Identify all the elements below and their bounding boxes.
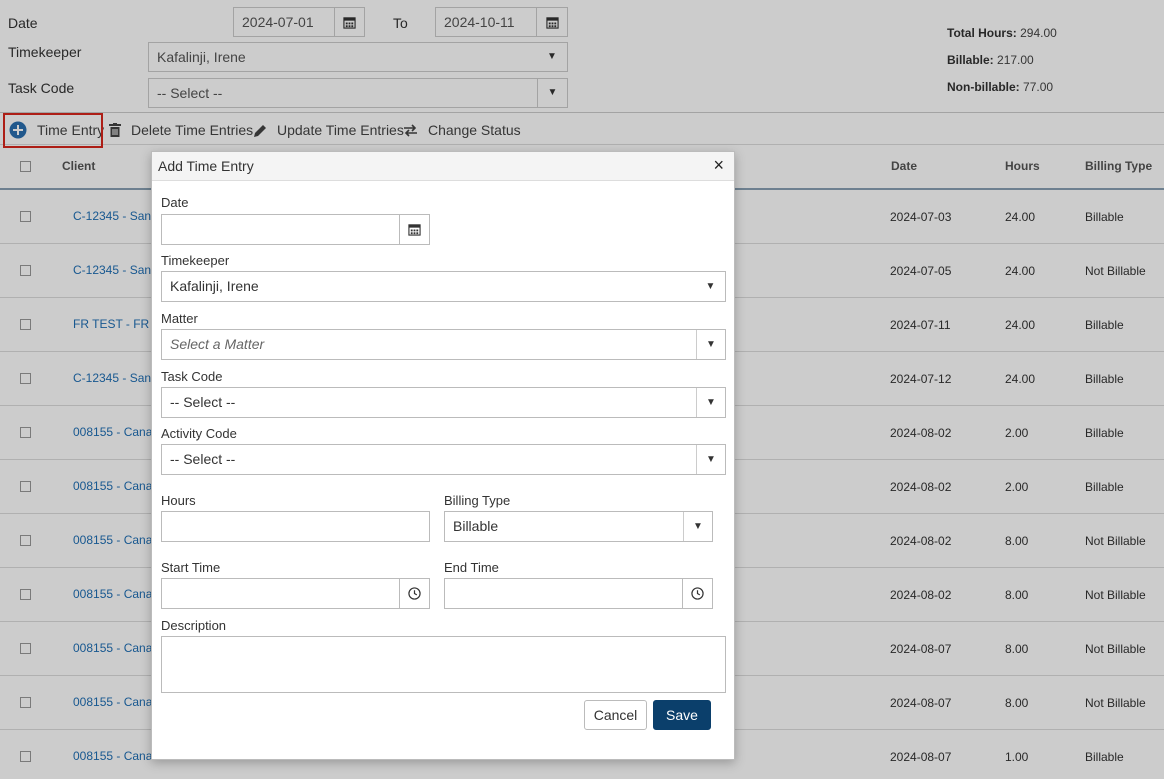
timekeeper-select[interactable]: Kafalinji, Irene ▼ bbox=[161, 271, 726, 302]
save-button[interactable]: Save bbox=[653, 700, 711, 730]
dialog-header: Add Time Entry × bbox=[152, 152, 734, 181]
activity-code-select[interactable]: -- Select -- ▼ bbox=[161, 444, 726, 475]
clock-icon bbox=[408, 587, 421, 600]
timekeeper-label: Timekeeper bbox=[161, 253, 230, 268]
task-code-select[interactable]: -- Select -- ▼ bbox=[161, 387, 726, 418]
billing-type-select[interactable]: Billable ▼ bbox=[444, 511, 713, 542]
matter-placeholder: Select a Matter bbox=[170, 336, 265, 352]
start-time-label: Start Time bbox=[161, 560, 221, 575]
end-time-input[interactable] bbox=[444, 578, 683, 609]
billing-type-value: Billable bbox=[453, 518, 499, 534]
end-time-clock-button[interactable] bbox=[683, 578, 713, 609]
start-time-clock-button[interactable] bbox=[400, 578, 430, 609]
activity-code-label: Activity Code bbox=[161, 426, 237, 441]
task-code-label: Task Code bbox=[161, 369, 223, 384]
chevron-down-icon: ▼ bbox=[696, 445, 725, 474]
chevron-down-icon: ▼ bbox=[683, 512, 712, 541]
start-time-input[interactable] bbox=[161, 578, 400, 609]
dialog-title: Add Time Entry bbox=[158, 158, 254, 174]
close-icon[interactable]: × bbox=[713, 155, 724, 176]
clock-icon bbox=[691, 587, 704, 600]
hours-input[interactable] bbox=[161, 511, 430, 542]
chevron-down-icon: ▼ bbox=[705, 281, 716, 292]
date-calendar-button[interactable] bbox=[400, 214, 430, 245]
billing-type-label: Billing Type bbox=[444, 493, 511, 508]
task-code-value: -- Select -- bbox=[170, 394, 236, 410]
chevron-down-icon: ▼ bbox=[696, 388, 725, 417]
add-time-entry-dialog: Add Time Entry × Date Timekeeper Kafalin… bbox=[151, 151, 735, 760]
description-label: Description bbox=[161, 618, 227, 633]
end-time-label: End Time bbox=[444, 560, 499, 575]
chevron-down-icon: ▼ bbox=[696, 330, 725, 359]
matter-label: Matter bbox=[161, 311, 198, 326]
cancel-button[interactable]: Cancel bbox=[584, 700, 647, 730]
matter-select[interactable]: Select a Matter ▼ bbox=[161, 329, 726, 360]
calendar-icon bbox=[408, 224, 421, 236]
timekeeper-value: Kafalinji, Irene bbox=[170, 278, 259, 294]
description-textarea[interactable] bbox=[161, 636, 726, 693]
date-input[interactable] bbox=[161, 214, 400, 245]
hours-label: Hours bbox=[161, 493, 196, 508]
date-label: Date bbox=[161, 195, 189, 210]
activity-code-value: -- Select -- bbox=[170, 451, 236, 467]
